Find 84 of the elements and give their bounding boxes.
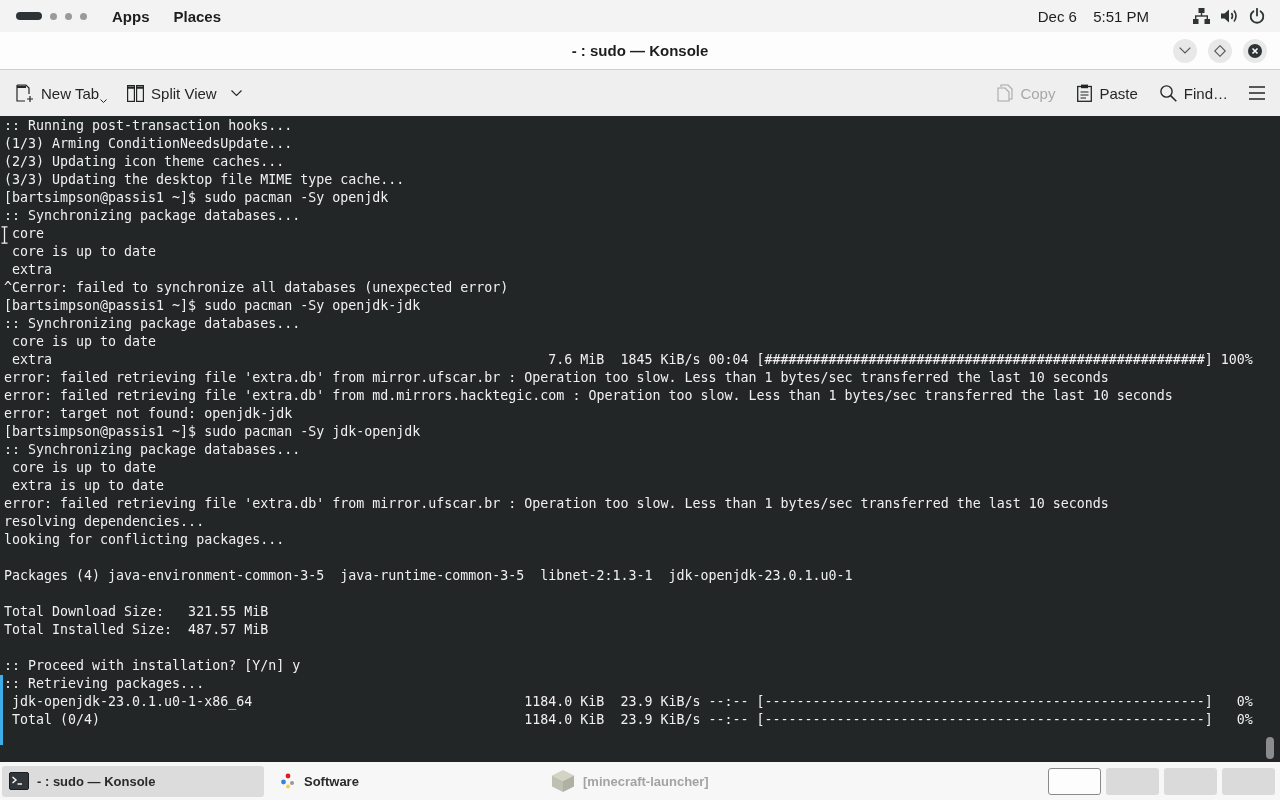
transfer-eta: 00:04	[708, 351, 749, 369]
terminal-line: core is up to date	[12, 244, 157, 259]
terminal-line: Total Installed Size: 487.57 MiB	[4, 622, 269, 637]
bracketed-marks-text: [-------------------------------------------------------]	[756, 693, 1213, 711]
terminal-line: error: failed retrieving file 'extra.db' from md.mirrors.hacktegic.com : Operation too slow. Less than 1 bytes/sec transferred the last 10 seconds	[4, 388, 1173, 403]
terminal-line: :: Synchronizing package databases...	[4, 442, 301, 457]
minimize-button[interactable]	[1173, 38, 1197, 63]
bracketed-marks-text: [-------------------------------------------------------]	[756, 711, 1213, 729]
command-marker	[0, 675, 3, 745]
workspace-thumbnail[interactable]	[1106, 767, 1159, 795]
terminal-line: [bartsimpson@passis1 ~]$ sudo pacman -Sy jdk-openjdk	[4, 424, 421, 439]
clipboard-icon	[1077, 84, 1093, 102]
terminal-line: extra	[12, 262, 53, 277]
volume-icon	[1221, 8, 1238, 24]
menu-icon	[1249, 86, 1265, 100]
new-tab-icon	[16, 83, 34, 103]
find-button[interactable]: Find…	[1159, 78, 1228, 108]
split-view-button[interactable]: Split View	[127, 78, 242, 108]
terminal-line: error: target not found: openjdk-jdk	[4, 406, 293, 421]
transfer-percent: 0%	[1236, 693, 1253, 711]
maximize-button[interactable]	[1208, 38, 1232, 63]
network-icon	[1193, 8, 1210, 24]
text-cursor-icon	[1, 226, 8, 244]
terminal-line: Total Download Size: 321.55 MiB	[4, 604, 269, 619]
terminal-line: core is up to date	[12, 460, 157, 475]
diamond-icon	[1214, 44, 1226, 57]
search-icon	[1159, 84, 1177, 102]
konsole-task-button[interactable]: - : sudo — Konsole	[2, 765, 264, 797]
close-button[interactable]	[1243, 38, 1267, 63]
terminal-line: extra is up to date	[12, 478, 165, 493]
transfer-size: 1184.0 KiB	[524, 711, 605, 729]
cube-icon	[551, 769, 575, 793]
transfer-name: extra	[12, 351, 53, 369]
top-menu-button[interactable]: Places	[173, 7, 222, 25]
terminal-line: resolving dependencies...	[4, 514, 205, 529]
two-panes-icon	[127, 84, 145, 102]
transfer-eta: --:--	[708, 711, 749, 729]
terminal-line: :: Synchronizing package databases...	[4, 316, 301, 331]
chevron-down-icon	[100, 99, 108, 103]
chevron-down-icon	[1179, 47, 1191, 54]
terminal-line: [bartsimpson@passis1 ~]$ sudo pacman -Sy openjdk	[4, 190, 389, 205]
terminal-line: (2/3) Updating icon theme caches...	[4, 154, 285, 169]
terminal-line: Packages (4) java-environment-common-3-5 java-runtime-common-3-5 libnet-2:1.3-1 jdk-openjdk-23.0.1.u0-1	[4, 568, 853, 583]
transfer-eta: --:--	[708, 693, 749, 711]
transfer-rate: 1845 KiB/s	[620, 351, 701, 369]
top-menu-button[interactable]: Apps	[112, 7, 150, 25]
scrollbar-thumb[interactable]	[1266, 737, 1274, 759]
power-icon	[1249, 8, 1265, 24]
terminal-line: [bartsimpson@passis1 ~]$ sudo pacman -Sy openjdk-jdk	[4, 298, 421, 313]
clock-button[interactable]: Dec 6 5:51 PM	[1037, 7, 1149, 25]
terminal-line: :: Retrieving packages...	[4, 676, 205, 691]
dot-cluster-icon	[280, 773, 296, 789]
close-icon	[1248, 43, 1262, 58]
transfer-name: Total (0/4)	[12, 711, 101, 729]
terminal-line: (1/3) Arming ConditionNeedsUpdate...	[4, 136, 293, 151]
software-task-button[interactable]: Software	[273, 765, 535, 797]
transfer-percent: 0%	[1236, 711, 1253, 729]
copy-icon	[997, 84, 1014, 102]
terminal-line: (3/3) Updating the desktop file MIME type cache...	[4, 172, 405, 187]
transfer-rate: 23.9 KiB/s	[620, 693, 701, 711]
bracketed-marks-text: [#######################################################]	[756, 351, 1213, 369]
system-menu-button[interactable]	[1193, 8, 1265, 24]
workspace-thumbnail[interactable]	[1048, 767, 1101, 795]
terminal-line: core is up to date	[12, 334, 157, 349]
terminal-line: error: failed retrieving file 'extra.db' from mirror.ufscar.br : Operation too slow. Less than 1 bytes/sec transferred the last 10 seconds	[4, 496, 1109, 511]
terminal-line: :: Synchronizing package databases...	[4, 208, 301, 223]
terminal-line: ^Cerror: failed to synchronize all databases (unexpected error)	[4, 280, 509, 295]
workspace-thumbnail[interactable]	[1164, 767, 1217, 795]
paste-button[interactable]: Paste	[1077, 78, 1138, 108]
window-title: - : sudo — Konsole	[571, 42, 709, 59]
terminal-line: :: Running post-transaction hooks...	[4, 118, 293, 133]
terminal-line: error: failed retrieving file 'extra.db' from mirror.ufscar.br : Operation too slow. Less than 1 bytes/sec transferred the last 10 seconds	[4, 370, 1109, 385]
terminal-line: looking for conflicting packages...	[4, 532, 285, 547]
transfer-percent: 100%	[1220, 351, 1253, 369]
terminal-line: :: Proceed with installation? [Y/n] y	[4, 658, 301, 673]
transfer-name: jdk-openjdk-23.0.1.u0-1-x86_64	[12, 693, 253, 711]
chevron-down-icon	[230, 90, 242, 96]
new-tab-button[interactable]: New Tab	[16, 78, 108, 108]
transfer-rate: 23.9 KiB/s	[620, 711, 701, 729]
terminal-icon	[9, 772, 29, 790]
transfer-size: 1184.0 KiB	[524, 693, 605, 711]
terminal-line: core	[12, 226, 45, 241]
workspace-thumbnail[interactable]	[1222, 767, 1275, 795]
transfer-size: 7.6 MiB	[548, 351, 605, 369]
